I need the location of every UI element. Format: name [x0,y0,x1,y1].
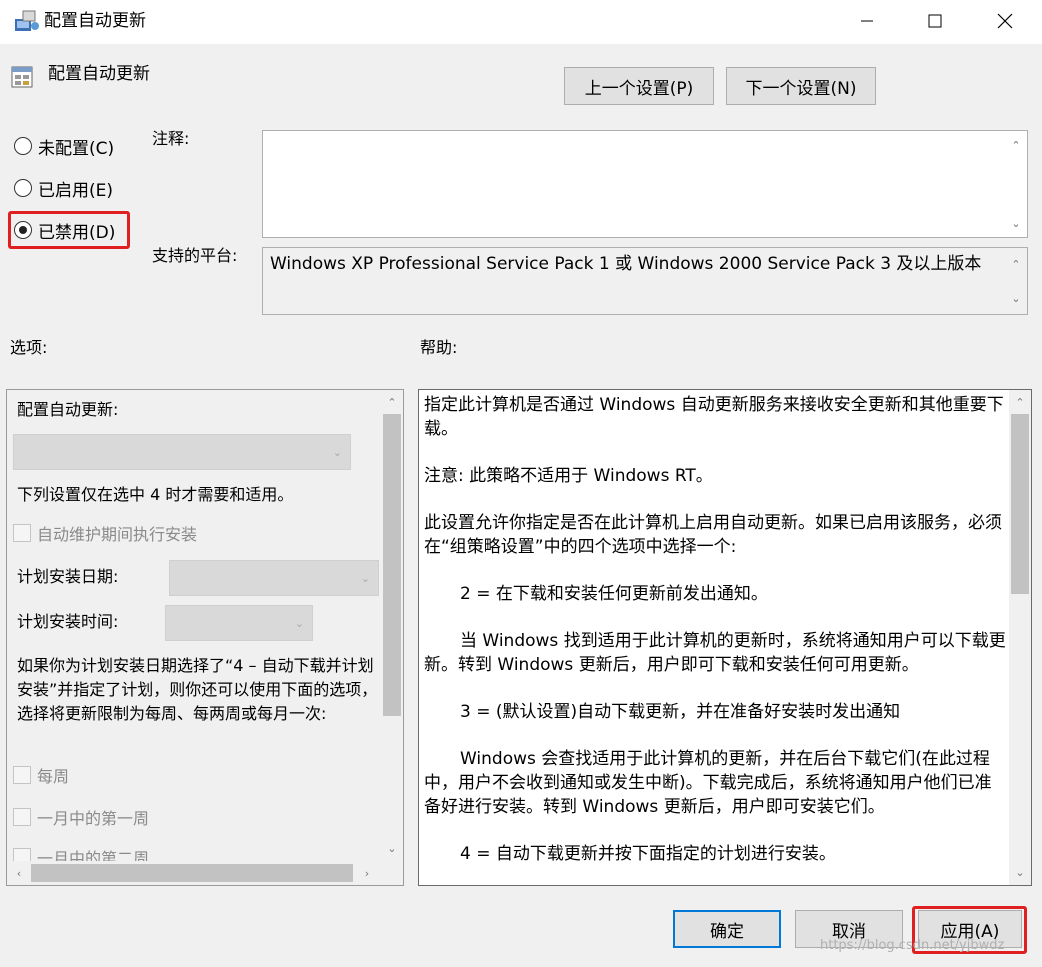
comment-textarea[interactable]: ⌃ ⌄ [262,130,1028,238]
options-section-label: 选项: [10,338,48,357]
comment-scrollbar[interactable]: ⌃ ⌄ [1005,131,1027,237]
title-bar: 配置自动更新 [0,0,1042,44]
maximize-icon [928,14,942,28]
radio-not-configured[interactable]: 未配置(C) [14,133,114,159]
chevron-down-icon: ⌄ [294,616,304,630]
next-setting-button[interactable]: 下一个设置(N) [726,67,876,105]
maximize-button[interactable] [906,0,964,42]
help-paragraph: 3 = (默认设置)自动下载更新，并在准备好安装时发出通知 [460,702,901,722]
options-vertical-scrollbar[interactable]: ⌃ ⌄ [381,390,403,861]
scroll-up-icon[interactable]: ⌃ [1006,135,1026,155]
previous-setting-button[interactable]: 上一个设置(P) [564,67,714,105]
help-paragraph: 当 Windows 找到适用于此计算机的更新时，系统将通知用户可以下载更新。转到… [424,631,1006,675]
help-paragraph: 2 = 在下载和安装任何更新前发出通知。 [460,584,768,604]
policy-setting-icon [11,66,33,88]
help-pane: 指定此计算机是否通过 Windows 自动更新服务来接收安全更新和其他重要下载。… [418,389,1032,886]
radio-label: 已启用(E) [38,180,114,201]
window-title: 配置自动更新 [44,11,146,31]
platform-value: Windows XP Professional Service Pack 1 或… [270,254,982,274]
configure-updates-dropdown[interactable]: ⌄ [13,434,351,470]
help-paragraph: 此设置允许你指定是否在此计算机上启用自动更新。如果已启用该服务，必须在“组策略设… [424,513,1002,557]
close-button[interactable] [976,0,1034,42]
platform-label: 支持的平台: [152,246,238,265]
platform-scrollbar[interactable]: ⌃ ⌄ [1005,248,1027,314]
ok-button[interactable]: 确定 [673,910,781,948]
help-paragraph: Windows 会查找适用于此计算机的更新，并在后台下载它们(在此过程中，用户不… [424,749,992,817]
options-horizontal-scrollbar[interactable]: ‹ › [7,861,381,885]
close-icon [997,13,1013,29]
highlight-box [8,211,130,249]
checkbox[interactable] [13,808,31,826]
setting-title: 配置自动更新 [48,64,150,84]
help-paragraph: 指定此计算机是否通过 Windows 自动更新服务来接收安全更新和其他重要下载。 [424,395,1004,439]
help-text: 指定此计算机是否通过 Windows 自动更新服务来接收安全更新和其他重要下载。… [424,393,1006,885]
scroll-thumb[interactable] [383,414,401,716]
checkbox-label: 自动维护期间执行安装 [37,525,198,544]
radio-label: 未配置(C) [38,138,115,159]
minimize-button[interactable] [838,0,896,42]
scroll-down-icon[interactable]: ⌄ [1006,213,1026,233]
checkbox-label: 一月中的第一周 [37,809,150,828]
help-paragraph: 4 = 自动下载更新并按下面指定的计划进行安装。 [460,844,836,864]
scroll-up-icon[interactable]: ⌃ [1006,254,1026,274]
comment-label: 注释: [152,129,190,148]
minimize-icon [861,20,873,22]
help-vertical-scrollbar[interactable]: ⌃ ⌄ [1009,390,1031,885]
scroll-up-icon[interactable]: ⌃ [1010,392,1030,412]
note-text: 下列设置仅在选中 4 时才需要和适用。 [17,485,294,504]
configure-updates-label: 配置自动更新: [17,400,119,419]
schedule-paragraph: 如果你为计划安装日期选择了“4 – 自动下载并计划安装”并指定了计划，则你还可以… [17,656,378,723]
install-day-dropdown[interactable]: ⌄ [169,560,379,596]
scroll-left-icon[interactable]: ‹ [9,863,29,883]
scroll-down-icon[interactable]: ⌄ [1010,862,1030,882]
group-policy-icon [15,10,39,31]
help-paragraph: 注意: 此策略不适用于 Windows RT。 [424,466,713,486]
scroll-thumb[interactable] [31,864,353,882]
radio-button[interactable] [14,179,32,197]
weekly-checkbox[interactable]: 每周 [13,763,69,787]
scroll-thumb[interactable] [1011,414,1029,594]
watermark: https://blog.csdn.net/yjbwdz [820,938,1005,953]
scroll-up-icon[interactable]: ⌃ [382,392,402,412]
checkbox[interactable] [13,524,31,542]
scroll-down-icon[interactable]: ⌄ [382,838,402,858]
scroll-down-icon[interactable]: ⌄ [1006,288,1026,308]
radio-enabled[interactable]: 已启用(E) [14,175,113,201]
maintenance-install-checkbox[interactable]: 自动维护期间执行安装 [13,521,197,545]
install-time-label: 计划安装时间: [17,612,119,631]
chevron-down-icon: ⌄ [360,571,370,585]
chevron-down-icon: ⌄ [332,445,342,459]
install-time-dropdown[interactable]: ⌄ [165,605,313,641]
first-week-checkbox[interactable]: 一月中的第一周 [13,805,149,829]
install-day-label: 计划安装日期: [17,567,119,586]
scroll-right-icon[interactable]: › [357,863,377,883]
help-section-label: 帮助: [420,338,458,357]
checkbox-label: 每周 [37,767,70,786]
checkbox[interactable] [13,766,31,784]
options-pane: 配置自动更新: ⌄ 下列设置仅在选中 4 时才需要和适用。 自动维护期间执行安装… [6,389,404,886]
radio-button[interactable] [14,137,32,155]
